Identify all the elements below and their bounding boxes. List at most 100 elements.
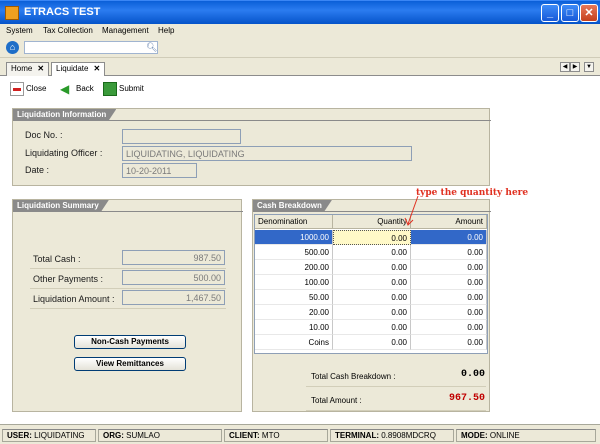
tab-liquidate-close-icon[interactable]: ✕ [93,64,100,73]
status-user: USER: LIQUIDATING [2,429,96,442]
menu-management[interactable]: Management [102,26,149,35]
tab-scroll-right-icon[interactable]: ▶ [570,62,580,72]
search-icon[interactable]: 🔍︎ [146,42,157,53]
status-terminal-value: 0.8908MDCRQ [381,431,436,440]
tab-list-dropdown-icon[interactable]: ▼ [584,62,594,72]
cell-quantity[interactable]: 0.00 [333,290,411,305]
divider [30,308,226,309]
cash-breakdown-title: Cash Breakdown [253,200,332,212]
back-button-label: Back [76,84,94,94]
back-button[interactable]: ◀ Back [60,82,94,96]
cell-denomination: 10.00 [255,320,333,335]
cell-amount: 0.00 [411,305,487,320]
liquidation-info-title: Liquidation Information [13,109,116,121]
status-org: ORG: SUMLAO [98,429,222,442]
doc-no-field[interactable] [122,129,241,144]
tab-home-close-icon[interactable]: ✕ [37,64,44,73]
app-icon [5,6,19,20]
divider [30,288,226,289]
total-cash-breakdown-label: Total Cash Breakdown : [311,372,396,381]
submit-button-label: Submit [119,84,144,94]
save-disk-icon [103,82,117,96]
status-user-value: LIQUIDATING [34,431,85,440]
cell-amount: 0.00 [411,245,487,260]
date-field: 10-20-2011 [122,163,197,178]
cell-quantity[interactable]: 0.00 [333,305,411,320]
liquidation-amount-field: 1,467.50 [122,290,225,305]
liquidating-officer-label: Liquidating Officer : [25,148,103,158]
minimize-button[interactable]: _ [541,4,559,22]
total-cash-field: 987.50 [122,250,225,265]
liquidation-summary-title: Liquidation Summary [13,200,109,212]
status-user-label: USER: [7,431,32,440]
instruction-annotation: type the quantity here [416,188,529,198]
status-bar: USER: LIQUIDATING ORG: SUMLAO CLIENT: MT… [0,424,600,444]
close-doc-icon [10,82,24,96]
other-payments-label: Other Payments : [33,274,104,284]
total-cash-breakdown-value: 0.00 [460,369,485,380]
cell-quantity[interactable]: 0.00 [333,335,411,350]
menu-tax-collection[interactable]: Tax Collection [43,26,93,35]
cash-breakdown-table: Denomination Quantity Amount 1000.00 0.00… [254,214,488,354]
total-amount-value: 967.50 [448,393,485,404]
total-amount-label: Total Amount : [311,396,362,405]
tab-liquidate-label: Liquidate [56,64,89,73]
cell-quantity[interactable]: 0.00 [333,260,411,275]
window-title: ETRACS TEST [24,6,101,18]
cell-quantity[interactable]: 0.00 [333,245,411,260]
cell-amount: 0.00 [411,320,487,335]
divider [30,268,226,269]
cell-denomination: 20.00 [255,305,333,320]
close-window-button[interactable]: ✕ [580,4,598,22]
cell-amount: 0.00 [411,230,487,245]
tab-scroll-left-icon[interactable]: ◀ [560,62,570,72]
cell-denomination: 50.00 [255,290,333,305]
cell-quantity[interactable]: 0.00 [333,230,411,245]
home-icon[interactable]: ⌂ [6,41,19,54]
menu-system[interactable]: System [6,26,33,35]
cell-quantity[interactable]: 0.00 [333,275,411,290]
action-toolbar: Close ◀ Back Submit [0,76,600,102]
cell-amount: 0.00 [411,275,487,290]
date-label: Date : [25,165,50,175]
close-button[interactable]: Close [10,82,46,96]
liquidating-officer-field: LIQUIDATING, LIQUIDATING [122,146,412,161]
liquidation-summary-panel: Liquidation Summary [12,199,243,412]
column-header-quantity[interactable]: Quantity [333,215,411,229]
cell-quantity[interactable]: 0.00 [333,320,411,335]
search-toolbar: ⌂ 🔍︎ [0,38,600,58]
tab-bar: Home ✕ Liquidate ✕ [0,60,600,76]
close-button-label: Close [26,84,47,94]
annotation-arrow-icon [404,195,419,226]
doc-no-label: Doc No. : [25,130,63,140]
maximize-button[interactable]: □ [561,4,579,22]
cell-denomination: 200.00 [255,260,333,275]
cell-denomination: Coins [255,335,333,350]
non-cash-payments-button[interactable]: Non-Cash Payments [74,335,186,349]
status-client-value: MTO [261,431,280,440]
liquidation-amount-label: Liquidation Amount : [33,294,115,304]
other-payments-field: 500.00 [122,270,225,285]
menu-help[interactable]: Help [158,26,174,35]
back-arrow-icon: ◀ [60,82,70,96]
status-mode: MODE: ONLINE [456,429,596,442]
status-org-value: SUMLAO [126,431,160,440]
view-remittances-button[interactable]: View Remittances [74,357,186,371]
cell-amount: 0.00 [411,335,487,350]
tab-liquidate[interactable]: Liquidate ✕ [51,62,106,76]
status-terminal: TERMINAL: 0.8908MDCRQ [330,429,454,442]
tab-home[interactable]: Home ✕ [6,62,50,76]
status-client-label: CLIENT: [229,431,260,440]
tab-home-label: Home [11,64,33,73]
status-mode-label: MODE: [461,431,488,440]
cell-denomination: 100.00 [255,275,333,290]
status-org-label: ORG: [103,431,124,440]
total-cash-label: Total Cash : [33,254,81,264]
cell-amount: 0.00 [411,260,487,275]
cell-denomination: 1000.00 [255,230,333,245]
column-header-denomination[interactable]: Denomination [255,215,333,229]
title-bar: ETRACS TEST _ □ ✕ [0,0,600,24]
divider [306,410,486,411]
submit-button[interactable]: Submit [103,82,144,96]
search-input[interactable] [24,41,158,54]
